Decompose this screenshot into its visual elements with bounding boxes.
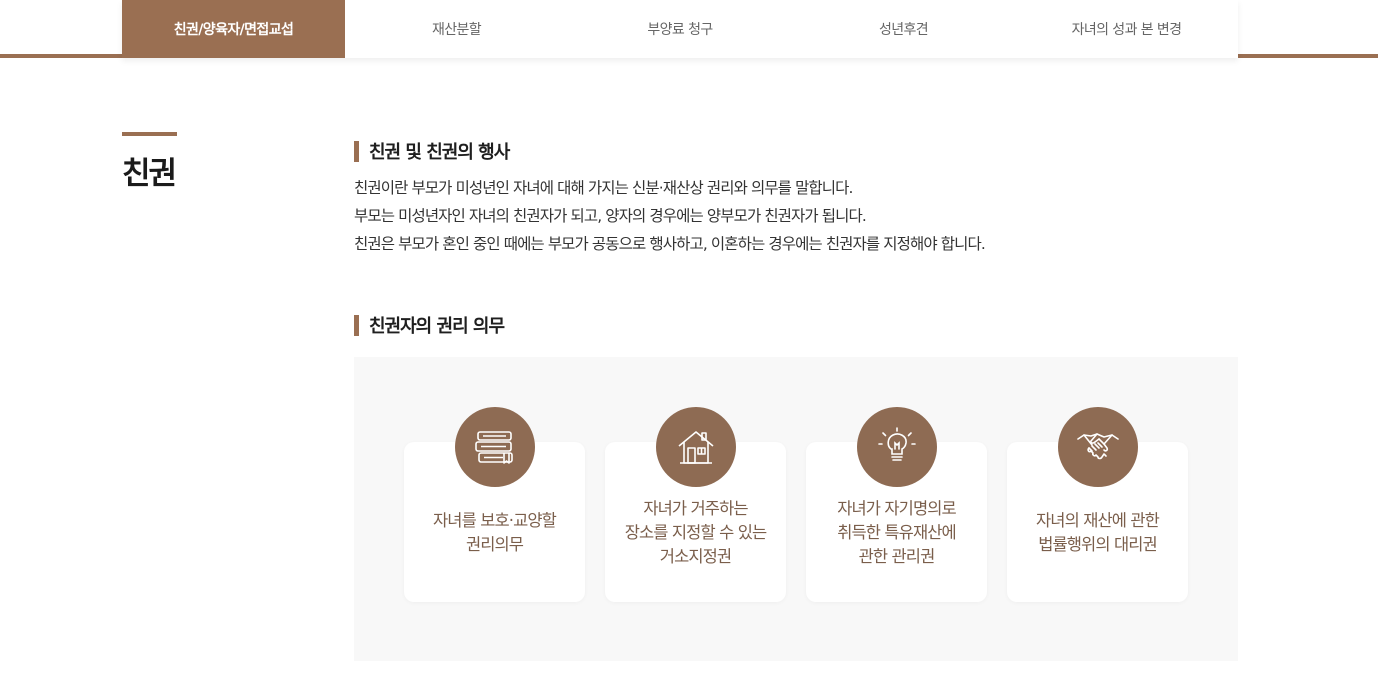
heading-marker	[354, 314, 359, 336]
section-heading-rights-duties: 친권자의 권리 의무	[354, 312, 505, 338]
card-label: 자녀의 재산에 관한 법률행위의 대리권	[1036, 511, 1160, 554]
section-heading-text: 친권자의 권리 의무	[369, 316, 505, 337]
description-line: 친권이란 부모가 미성년인 자녀에 대해 가지는 신분·재산상 권리와 의무를 …	[354, 179, 853, 197]
tab-support-claim[interactable]: 부양료 청구	[568, 0, 792, 58]
card-label: 자녀가 자기명의로 취득한 특유재산에 관한 관리권	[837, 499, 956, 566]
tab-adult-guardianship[interactable]: 성년후견	[792, 0, 1015, 58]
tab-custody[interactable]: 친권/양육자/면접교섭	[122, 0, 345, 58]
lightbulb-icon	[857, 407, 937, 487]
description-line: 부모는 미성년자인 자녀의 친권자가 되고, 양자의 경우에는 양부모가 친권자…	[354, 207, 867, 225]
section-heading-text: 친권 및 친권의 행사	[369, 142, 510, 163]
page-title: 친권	[122, 156, 177, 192]
card-label: 자녀를 보호·교양할 권리의무	[433, 511, 557, 554]
handshake-icon	[1058, 407, 1138, 487]
description-line: 친권은 부모가 혼인 중인 때에는 부모가 공동으로 행사하고, 이혼하는 경우…	[354, 235, 986, 253]
rights-panel: 자녀를 보호·교양할 권리의무 자녀가 거주하는 장소를 지정할 수 있는 거소…	[354, 357, 1238, 661]
tab-property-division[interactable]: 재산분할	[345, 0, 568, 58]
heading-marker	[354, 140, 359, 162]
house-icon	[656, 407, 736, 487]
title-accent-bar	[122, 132, 177, 136]
tab-surname-change[interactable]: 자녀의 성과 본 변경	[1015, 0, 1238, 58]
books-icon	[455, 407, 535, 487]
card-label: 자녀가 거주하는 장소를 지정할 수 있는 거소지정권	[624, 499, 767, 566]
section-heading-custody-exercise: 친권 및 친권의 행사	[354, 138, 510, 164]
category-tabs: 친권/양육자/면접교섭 재산분할 부양료 청구 성년후견 자녀의 성과 본 변경	[122, 0, 1238, 58]
custody-description: 친권이란 부모가 미성년인 자녀에 대해 가지는 신분·재산상 권리와 의무를 …	[354, 174, 1234, 258]
